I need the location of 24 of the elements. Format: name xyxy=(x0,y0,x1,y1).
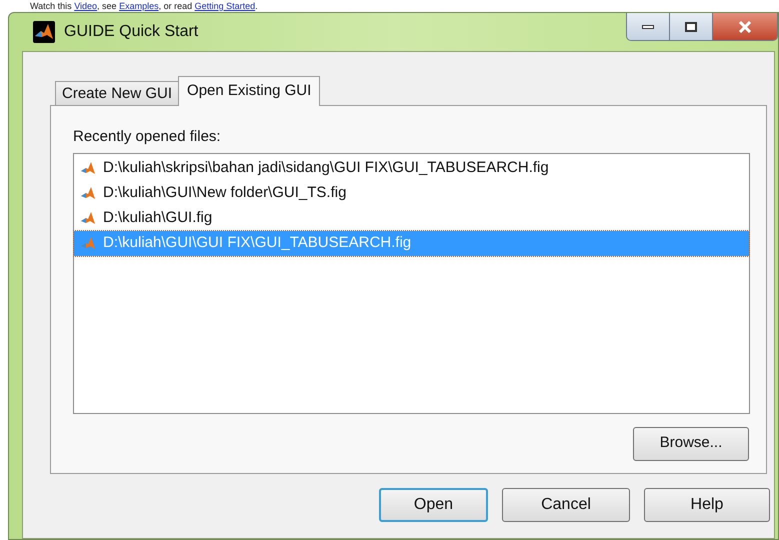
file-list-item[interactable]: D:\kuliah\GUI\New folder\GUI_TS.fig xyxy=(74,180,749,206)
help-sentence: Watch this Video, see Examples, or read Getting Started. xyxy=(30,1,258,11)
tab[interactable]: Create New GUI xyxy=(55,81,180,106)
file-icon xyxy=(80,160,96,176)
close-icon xyxy=(738,20,752,32)
file-icon xyxy=(80,210,96,226)
file-list-item[interactable]: D:\kuliah\skripsi\bahan jadi\sidang\GUI FIX\GUI_TABUSEARCH.fig xyxy=(74,156,749,180)
browse-button[interactable]: Browse... xyxy=(633,426,749,460)
list-label: Recently opened files: xyxy=(73,127,222,147)
file-icon xyxy=(80,185,96,201)
help-link[interactable]: Getting Started xyxy=(194,1,256,11)
dialog-button[interactable]: Cancel xyxy=(502,488,630,522)
tab[interactable]: Open Existing GUI xyxy=(178,76,320,106)
help-link[interactable]: Video xyxy=(74,1,98,11)
window-title: GUIDE Quick Start xyxy=(64,22,198,42)
help-link[interactable]: Examples xyxy=(119,1,159,11)
close-button[interactable] xyxy=(713,13,777,40)
dialog-button[interactable]: Open xyxy=(379,488,488,522)
file-list-item[interactable]: D:\kuliah\GUI.fig xyxy=(74,206,749,230)
maximize-button[interactable] xyxy=(670,13,713,40)
minimize-button[interactable] xyxy=(627,13,670,40)
app-logo-icon xyxy=(33,21,55,43)
file-icon xyxy=(80,235,96,251)
dialog-button[interactable]: Help xyxy=(644,488,770,522)
